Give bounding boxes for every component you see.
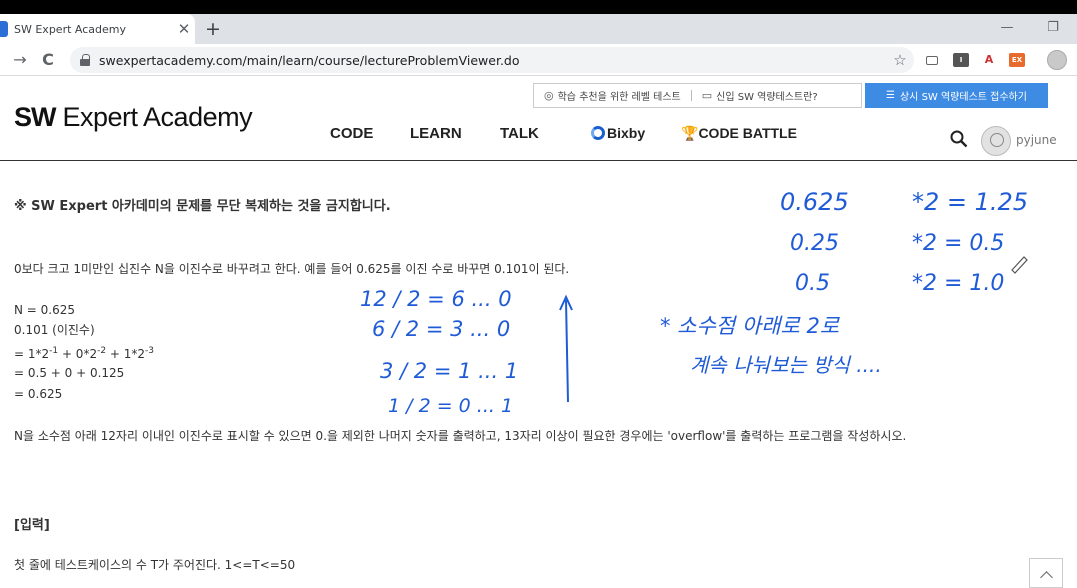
- ink-row-3-right: *2 = 1.0: [912, 271, 1004, 296]
- address-bar[interactable]: swexpertacademy.com/main/learn/course/le…: [70, 47, 914, 73]
- tab-title: SW Expert Academy: [14, 22, 126, 36]
- menu-bixby[interactable]: Bixby: [591, 125, 645, 141]
- input-description: 첫 줄에 테스트케이스의 수 T가 주어진다. 1<=T<=50: [14, 558, 296, 572]
- pdf-extension-icon[interactable]: A: [981, 53, 997, 67]
- ink-row-2-left: 0.25: [790, 231, 839, 256]
- laptop-icon: ▭: [701, 89, 713, 102]
- check-circle-icon: ◎: [544, 89, 554, 102]
- problem-task: N을 소수점 아래 12자리 이내인 이진수로 표시할 수 있으면 0.을 제외…: [14, 429, 907, 443]
- screen-top-bar: [0, 0, 1077, 14]
- ink-note-1: * 소수점 아래로 2로: [660, 314, 841, 338]
- level-test-link[interactable]: ◎ 학습 추천을 위한 레벨 테스트: [534, 88, 691, 103]
- new-tab-button[interactable]: +: [202, 17, 224, 41]
- ink-row-1-right: *2 = 1.25: [912, 188, 1028, 216]
- profile-avatar-icon[interactable]: [1047, 50, 1067, 70]
- extension-i-icon[interactable]: I: [953, 53, 969, 67]
- ink-up-arrow: [559, 294, 573, 403]
- math-line-1: N = 0.625: [14, 303, 76, 317]
- minimize-button[interactable]: —: [984, 14, 1030, 44]
- sw-test-info-link[interactable]: ▭ 신입 SW 역량테스트란?: [692, 88, 828, 103]
- lock-icon: [80, 54, 90, 66]
- top-links: ◎ 학습 추천을 위한 레벨 테스트 ▭ 신입 SW 역량테스트란?: [533, 83, 862, 108]
- ink-division-4: 1 / 2 = 0 ... 1: [388, 395, 513, 417]
- search-icon[interactable]: [950, 130, 968, 148]
- favicon-icon: [0, 21, 8, 37]
- ink-division-3: 3 / 2 = 1 ... 1: [380, 359, 518, 383]
- math-line-2: 0.101 (이진수): [14, 323, 95, 337]
- menu-code[interactable]: CODE: [330, 125, 373, 142]
- math-line-4: = 0.5 + 0 + 0.125: [14, 366, 125, 380]
- url-text[interactable]: swexpertacademy.com/main/learn/course/le…: [99, 53, 886, 68]
- browser-tab[interactable]: SW Expert Academy ✕: [0, 14, 195, 44]
- copyright-notice: ※ SW Expert 아카데미의 문제를 무단 복제하는 것을 금지합니다.: [14, 199, 391, 214]
- ink-division-2: 6 / 2 = 3 ... 0: [372, 317, 510, 341]
- problem-intro: 0보다 크고 1미만인 십진수 N을 이진수로 바꾸려고 한다. 예를 들어 0…: [14, 262, 570, 276]
- ink-note-2: 계속 나눠보는 방식 ....: [690, 353, 882, 377]
- math-line-3: = 1*2-1 + 0*2-2 + 1*2-3: [14, 346, 154, 361]
- bixby-icon: [591, 126, 605, 140]
- forward-arrow-icon[interactable]: →: [8, 48, 32, 72]
- site-header: SW Expert Academy ◎ 학습 추천을 위한 레벨 테스트 ▭ 신…: [0, 77, 1077, 161]
- tab-close-icon[interactable]: ✕: [173, 20, 195, 38]
- input-heading: [입력]: [14, 518, 50, 533]
- math-line-5: = 0.625: [14, 387, 63, 401]
- apply-test-button[interactable]: ☰ 상시 SW 역량테스트 접수하기: [865, 83, 1048, 108]
- username[interactable]: pyjune: [1016, 133, 1057, 147]
- site-logo[interactable]: SW Expert Academy: [14, 102, 253, 133]
- browser-tab-strip: SW Expert Academy ✕ + — ❐: [0, 14, 1077, 44]
- user-avatar[interactable]: [981, 126, 1011, 156]
- restore-button[interactable]: ❐: [1030, 14, 1076, 44]
- menu-talk[interactable]: TALK: [500, 125, 539, 142]
- ink-division-1: 12 / 2 = 6 ... 0: [360, 287, 512, 311]
- menu-code-battle[interactable]: 🏆CODE BATTLE: [681, 125, 797, 142]
- ink-row-3-left: 0.5: [795, 271, 830, 296]
- browser-toolbar: → C swexpertacademy.com/main/learn/cours…: [0, 44, 1077, 76]
- menu-learn[interactable]: LEARN: [410, 125, 462, 142]
- ink-row-2-right: *2 = 0.5: [912, 231, 1004, 256]
- reload-icon[interactable]: C: [36, 48, 60, 72]
- trophy-icon: 🏆: [681, 125, 699, 141]
- bookmark-star-icon[interactable]: ☆: [886, 51, 914, 69]
- list-icon: ☰: [886, 90, 895, 101]
- ex-extension-icon[interactable]: EX: [1009, 53, 1025, 67]
- cast-extension-icon[interactable]: [926, 56, 938, 65]
- ink-row-1-left: 0.625: [780, 188, 849, 216]
- scroll-to-top-button[interactable]: [1029, 558, 1063, 588]
- pen-cursor-icon: [1011, 256, 1028, 274]
